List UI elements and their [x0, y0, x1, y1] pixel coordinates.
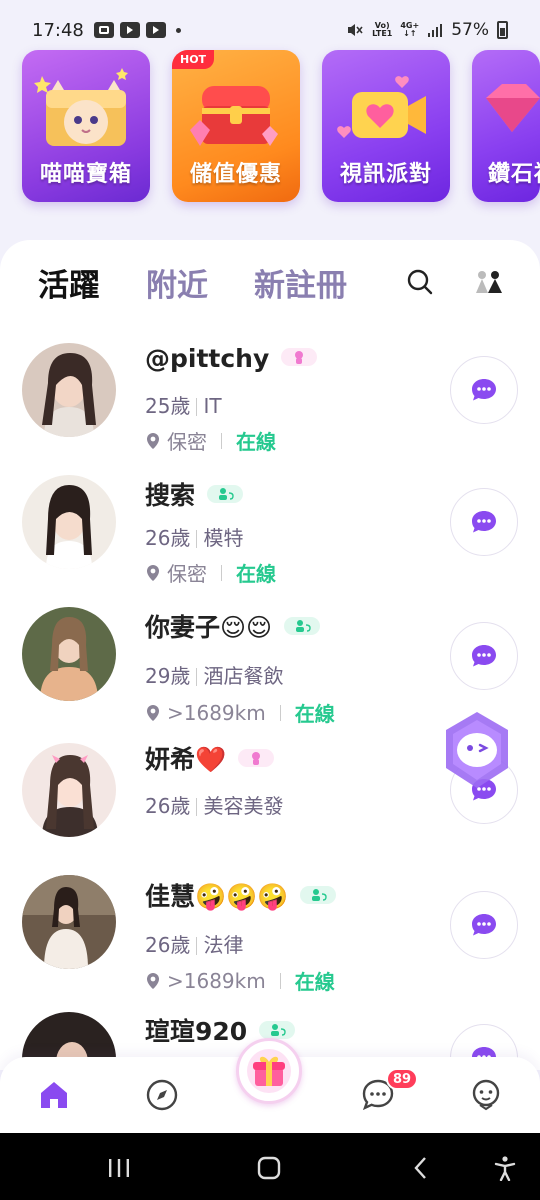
online-status: 在線 [236, 430, 276, 454]
accessibility-button[interactable] [490, 1153, 520, 1183]
chat-bubble-icon [472, 379, 496, 401]
user-info: 25歲 IT [145, 394, 222, 418]
message-button[interactable] [450, 488, 518, 556]
user-avatar[interactable] [22, 607, 116, 701]
couple-badge [300, 886, 337, 904]
home-square-icon [257, 1156, 281, 1180]
female-badge [238, 749, 275, 767]
gift-icon [247, 1049, 291, 1093]
user-location: >1689km 在線 [145, 966, 335, 995]
location-pin-icon [147, 432, 159, 449]
user-name: 佳慧🤪🤪🤪 [145, 877, 337, 913]
tab-nearby[interactable]: 附近 [146, 260, 208, 305]
volte-indicator: Vo) LTE1 [372, 21, 393, 38]
user-location: >1689km 在線 [145, 698, 335, 727]
user-avatar[interactable] [22, 875, 116, 969]
user-name: @pittchy [145, 344, 318, 373]
search-icon[interactable] [406, 268, 434, 296]
recent-apps-icon [109, 1159, 129, 1177]
profile-icon [472, 1079, 500, 1111]
user-info: 26歲 模特 [145, 526, 244, 550]
user-info: 29歲 酒店餐飲 [145, 664, 284, 688]
location-pin-icon [147, 564, 159, 581]
accessibility-icon [494, 1156, 516, 1181]
online-status: 在線 [294, 702, 335, 726]
app-notification-icon [93, 22, 114, 38]
4g-indicator: 4G+ ↓↑ [400, 21, 420, 38]
couple-badge [284, 617, 321, 635]
user-name: 搜索 [145, 476, 244, 512]
couple-badge [259, 1021, 296, 1039]
tab-active[interactable]: 活躍 [38, 260, 100, 305]
home-system-button[interactable] [254, 1153, 284, 1183]
message-button[interactable] [450, 356, 518, 424]
floating-assistant-icon[interactable] [442, 710, 512, 790]
banner-diamond-benefit[interactable]: 鑽石福利 [472, 50, 540, 202]
video-heart-icon [337, 76, 426, 138]
location-pin-icon [147, 704, 159, 721]
banner-label: 鑽石福利 [488, 162, 540, 187]
diamond-icon [486, 84, 540, 132]
cat-treasure-icon [34, 68, 128, 146]
online-status: 在線 [236, 562, 276, 586]
banner-video-party[interactable]: 視訊派對 [322, 50, 450, 202]
nav-discover[interactable] [142, 1075, 182, 1115]
user-avatar[interactable] [22, 743, 116, 837]
location-pin-icon [147, 972, 159, 989]
couple-badge [207, 485, 244, 503]
user-info: 26歲 法律 [145, 933, 244, 957]
user-name: 你妻子😌😌 [145, 608, 321, 644]
online-status: 在線 [294, 970, 335, 994]
chat-bubble-icon [472, 645, 496, 667]
signal-icon [428, 24, 443, 37]
promo-banner-row: 喵喵寶箱 HOT 儲值優惠 視訊派對 鑽石福利 [22, 50, 540, 202]
more-notifications-dot [175, 27, 181, 33]
user-info: 26歲 美容美發 [145, 794, 284, 818]
youtube-icon [119, 22, 140, 38]
banner-label: 喵喵寶箱 [39, 162, 132, 187]
battery-percent: 57% [451, 20, 489, 40]
back-button[interactable] [406, 1153, 436, 1183]
back-icon [414, 1157, 426, 1179]
user-avatar[interactable] [22, 475, 116, 569]
nav-profile[interactable] [466, 1075, 506, 1115]
gift-button[interactable] [236, 1038, 302, 1104]
banner-label: 視訊派對 [339, 162, 432, 187]
user-name: 妍希❤️ [145, 740, 275, 776]
banner-cat-treasure[interactable]: 喵喵寶箱 [22, 50, 150, 202]
tab-new-register[interactable]: 新註冊 [254, 260, 347, 305]
banner-label: 儲值優惠 [189, 162, 282, 187]
message-button[interactable] [450, 891, 518, 959]
home-icon [41, 1082, 67, 1108]
mute-icon [348, 24, 363, 36]
recent-apps-button[interactable] [104, 1153, 134, 1183]
unread-count-badge: 89 [386, 1068, 419, 1090]
gender-filter-icon[interactable] [474, 267, 504, 297]
status-time: 17:48 [32, 19, 84, 41]
treasure-chest-icon [190, 86, 278, 146]
chat-bubble-icon [472, 914, 496, 936]
tab-bar: 活躍 附近 新註冊 [38, 260, 504, 304]
compass-icon [146, 1079, 178, 1111]
user-list-panel: 活躍 附近 新註冊 @pittchy 25歲 IT 保密 在線 搜索 26歲 模特 保… [0, 240, 540, 1070]
chat-bubble-icon [472, 511, 496, 533]
user-avatar[interactable] [22, 343, 116, 437]
message-button[interactable] [450, 622, 518, 690]
female-badge [281, 348, 318, 366]
battery-icon [497, 21, 508, 39]
user-location: 保密 在線 [145, 558, 276, 587]
banner-topup-offer[interactable]: HOT 儲值優惠 [172, 50, 300, 202]
nav-home[interactable] [34, 1075, 74, 1115]
user-location: 保密 在線 [145, 426, 276, 455]
system-navigation-bar [0, 1133, 540, 1200]
youtube-icon-2 [145, 22, 166, 38]
